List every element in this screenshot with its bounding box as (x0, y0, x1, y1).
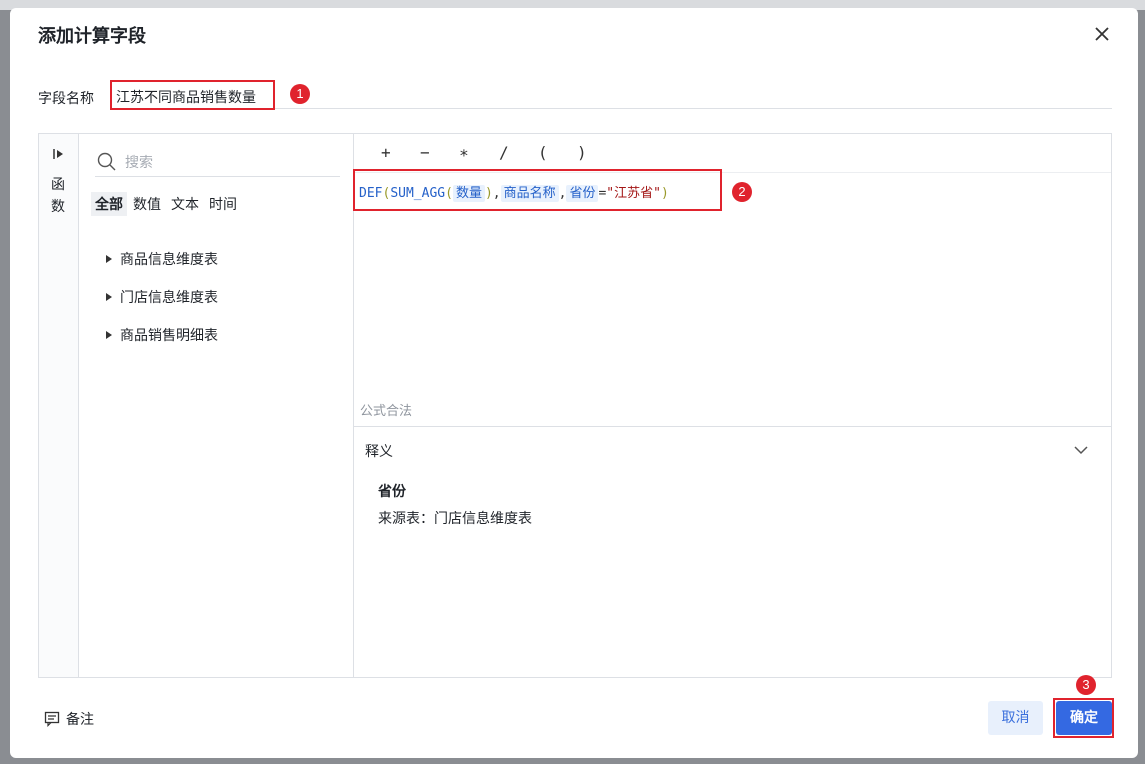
filter-time[interactable]: 时间 (205, 192, 241, 216)
formula-panel: 函 数 搜索 全部 数值 文本 时间 商品信息维度表 门店信息维度表 商品销售明细表 … (38, 133, 1112, 678)
op-lparen[interactable]: ( (538, 143, 548, 162)
caret-right-icon (106, 293, 112, 301)
explained-field-source: 来源表：门店信息维度表 (378, 511, 532, 527)
explanation-section: 释义 省份 来源表：门店信息维度表 (353, 426, 1111, 678)
explanation-header: 释义 (365, 444, 393, 460)
step-badge-1: 1 (290, 84, 310, 104)
step-badge-2: 2 (732, 182, 752, 202)
close-icon[interactable] (1092, 24, 1112, 44)
function-side-tab[interactable]: 函 数 (39, 134, 79, 677)
search-icon (97, 152, 116, 171)
side-tab-label-2: 数 (51, 199, 65, 215)
tree-item-store-dim[interactable]: 门店信息维度表 (106, 287, 218, 307)
op-minus[interactable]: − (420, 143, 430, 162)
tree-item-label: 商品信息维度表 (120, 252, 218, 268)
caret-right-icon (106, 255, 112, 263)
explained-field-name: 省份 (378, 484, 406, 500)
search-placeholder: 搜索 (125, 155, 153, 171)
field-name-label: 字段名称 (38, 91, 94, 107)
note-button[interactable]: 备注 (44, 709, 94, 729)
add-calculated-field-dialog: 添加计算字段 字段名称 江苏不同商品销售数量 1 函 数 搜索 全部 数值 文本 时间… (10, 8, 1138, 758)
caret-right-icon (106, 331, 112, 339)
tree-item-label: 商品销售明细表 (120, 328, 218, 344)
type-filter-tabs: 全部 数值 文本 时间 (91, 192, 243, 216)
field-browser: 搜索 全部 数值 文本 时间 商品信息维度表 门店信息维度表 商品销售明细表 (78, 134, 354, 677)
formula-editor-pane: + − ∗ / ( ) DEF(SUM_AGG(数量), 商品名称, 省份 ="江苏省… (353, 134, 1111, 677)
tree-item-sales-detail[interactable]: 商品销售明细表 (106, 325, 218, 345)
search-input[interactable]: 搜索 (95, 148, 340, 177)
dialog-title: 添加计算字段 (38, 26, 146, 47)
tree-item-label: 门店信息维度表 (120, 290, 218, 306)
op-rparen[interactable]: ) (577, 143, 587, 162)
highlight-box-formula (353, 169, 722, 211)
chevron-down-icon[interactable] (1073, 442, 1089, 462)
filter-number[interactable]: 数值 (129, 192, 165, 216)
tree-item-product-dim[interactable]: 商品信息维度表 (106, 249, 218, 269)
note-label: 备注 (66, 712, 94, 728)
filter-all[interactable]: 全部 (91, 192, 127, 216)
side-tab-label-1: 函 (51, 177, 65, 193)
cancel-button[interactable]: 取消 (988, 701, 1043, 735)
highlight-box-field-name (110, 80, 275, 110)
highlight-box-confirm (1053, 698, 1114, 738)
step-badge-3: 3 (1076, 675, 1096, 695)
formula-status: 公式合法 (360, 404, 413, 419)
note-icon (44, 711, 60, 727)
op-multiply[interactable]: ∗ (459, 143, 469, 162)
expand-arrow-icon[interactable] (52, 146, 66, 165)
operator-toolbar: + − ∗ / ( ) (353, 134, 1111, 173)
op-divide[interactable]: / (499, 143, 509, 162)
filter-text[interactable]: 文本 (167, 192, 203, 216)
op-plus[interactable]: + (381, 143, 391, 162)
